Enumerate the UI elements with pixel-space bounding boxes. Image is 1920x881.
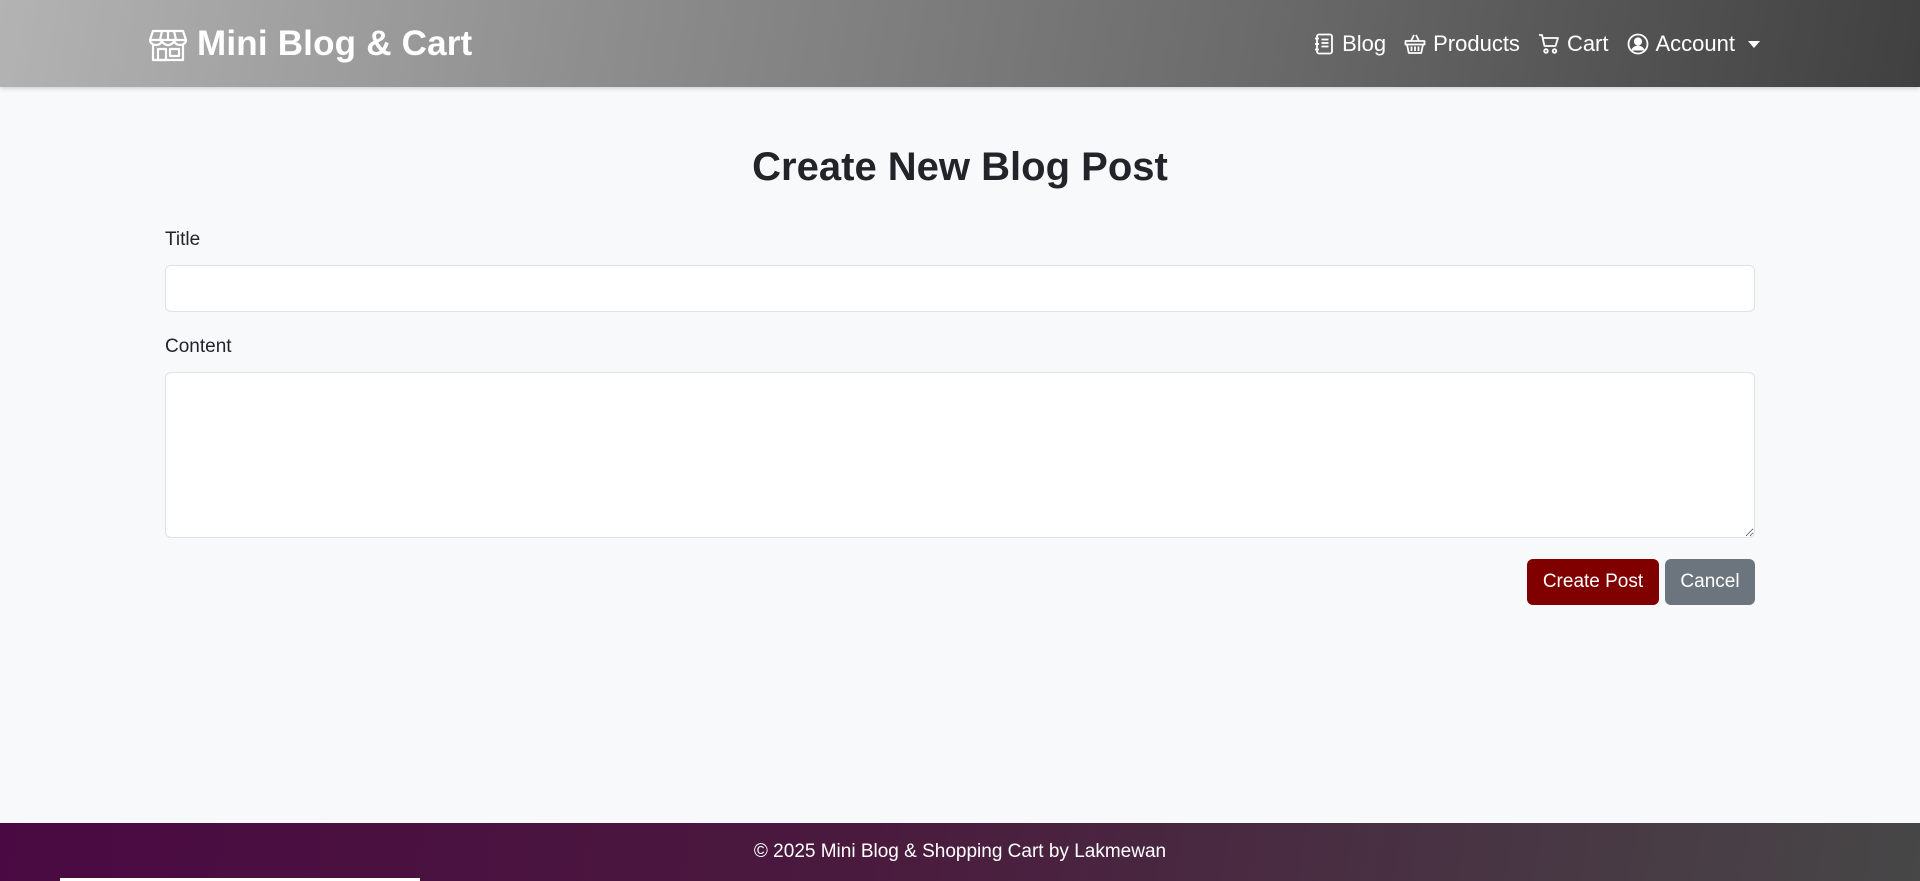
title-label: Title xyxy=(165,229,201,250)
brand-text: Mini Blog & Cart xyxy=(197,24,473,63)
nav-item-cart[interactable]: Cart xyxy=(1538,31,1609,57)
content-textarea[interactable] xyxy=(165,372,1755,538)
footer-copyright: © 2025 Mini Blog & Shopping Cart by Lakm… xyxy=(753,841,1167,862)
cart-icon xyxy=(1538,33,1560,55)
create-post-button[interactable]: Create Post xyxy=(1527,559,1659,605)
title-input[interactable] xyxy=(165,265,1755,312)
chevron-down-icon xyxy=(1748,40,1760,48)
shop-icon xyxy=(149,25,187,63)
content-label: Content xyxy=(165,336,232,357)
cancel-button[interactable]: Cancel xyxy=(1665,559,1755,605)
nav-item-products-label: Products xyxy=(1433,31,1520,56)
page-title: Create New Blog Post xyxy=(752,145,1168,189)
nav-item-products[interactable]: Products xyxy=(1404,31,1520,57)
navbar: Mini Blog & Cart Blog Products Cart Acco… xyxy=(0,0,1920,87)
nav-item-cart-label: Cart xyxy=(1566,31,1609,56)
footer: © 2025 Mini Blog & Shopping Cart by Lakm… xyxy=(0,823,1920,881)
nav-item-account-label: Account xyxy=(1655,31,1736,56)
nav-item-blog[interactable]: Blog xyxy=(1313,31,1386,57)
person-circle-icon xyxy=(1627,33,1649,55)
nav-item-account[interactable]: Account xyxy=(1627,31,1760,57)
brand-link[interactable]: Mini Blog & Cart xyxy=(149,22,472,66)
basket-icon xyxy=(1404,33,1426,55)
journal-icon xyxy=(1313,33,1335,55)
nav-item-blog-label: Blog xyxy=(1342,31,1387,56)
nav-links: Blog Products Cart Account xyxy=(1313,26,1760,62)
